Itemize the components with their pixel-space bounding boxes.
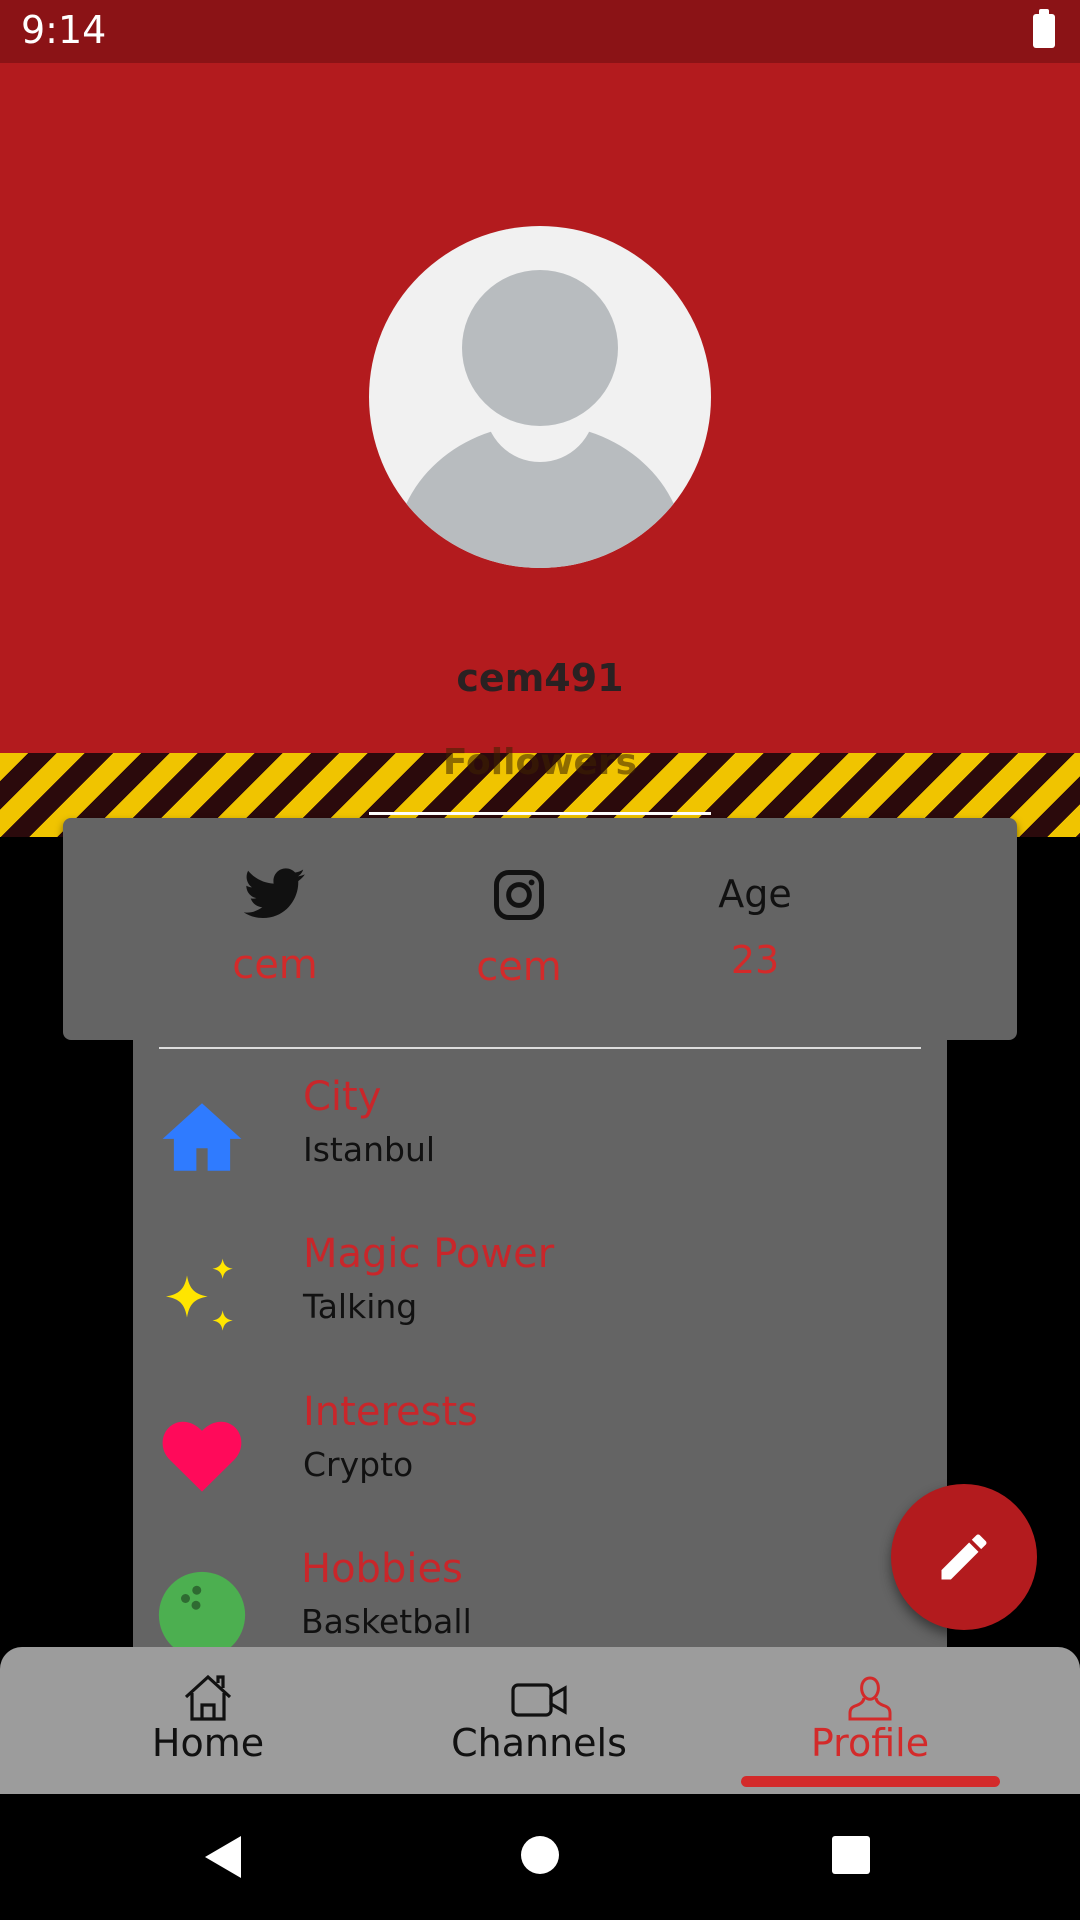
detail-title: Magic Power — [303, 1231, 555, 1277]
list-item-interests: Interests Crypto — [133, 1389, 947, 1539]
nav-item-profile[interactable]: Profile — [740, 1673, 1000, 1765]
username: cem491 — [456, 656, 624, 700]
instagram-link[interactable]: cem — [429, 868, 609, 990]
list-item-city: City Istanbul — [133, 1074, 947, 1224]
recents-square-icon[interactable] — [832, 1836, 870, 1874]
avatar-head-shape — [462, 270, 618, 426]
nav-label: Profile — [810, 1721, 930, 1765]
house-icon — [162, 1103, 242, 1171]
instagram-handle: cem — [476, 944, 562, 990]
active-tab-indicator — [741, 1776, 1000, 1787]
nav-item-channels[interactable]: Channels — [409, 1673, 669, 1765]
sparkles-icon — [166, 1258, 233, 1331]
age-label: Age — [718, 872, 792, 916]
twitter-link[interactable]: cem — [185, 868, 365, 988]
details-list: City Istanbul Magic Power Talking Intere… — [133, 1040, 947, 1659]
info-card: cem cem Age 23 — [63, 818, 1017, 1040]
nav-label: Home — [151, 1721, 265, 1765]
home-icon — [184, 1674, 232, 1721]
nav-label: Channels — [451, 1721, 627, 1765]
status-time: 9:14 — [21, 8, 107, 52]
status-bar: 9:14 — [0, 0, 1080, 63]
followers-tab[interactable]: Followers — [0, 742, 1080, 783]
twitter-icon — [244, 868, 305, 919]
system-nav-bar — [0, 1794, 1080, 1920]
detail-title: City — [303, 1074, 382, 1120]
detail-value: Basketball — [301, 1602, 472, 1641]
twitter-handle: cem — [232, 942, 318, 988]
avatar[interactable] — [369, 226, 711, 568]
detail-value: Talking — [303, 1287, 418, 1326]
detail-value: Crypto — [303, 1445, 414, 1484]
detail-title: Hobbies — [301, 1546, 463, 1592]
battery-icon — [1033, 9, 1055, 48]
detail-title: Interests — [303, 1389, 478, 1435]
back-icon[interactable] — [203, 1834, 243, 1880]
video-camera-icon — [511, 1683, 567, 1717]
followers-tab-indicator — [369, 812, 711, 815]
list-item-magic-power: Magic Power Talking — [133, 1231, 947, 1381]
bottom-nav: Home Channels Profile — [0, 1647, 1080, 1794]
user-icon — [848, 1676, 892, 1721]
home-circle-icon[interactable] — [521, 1836, 559, 1874]
edit-profile-button[interactable] — [891, 1484, 1037, 1630]
pencil-icon — [941, 1534, 987, 1580]
detail-value: Istanbul — [303, 1130, 436, 1169]
age-block: Age 23 — [665, 864, 845, 982]
instagram-icon — [494, 870, 544, 920]
age-value: 23 — [730, 938, 780, 982]
heart-icon — [162, 1421, 242, 1492]
nav-item-home[interactable]: Home — [78, 1673, 338, 1765]
